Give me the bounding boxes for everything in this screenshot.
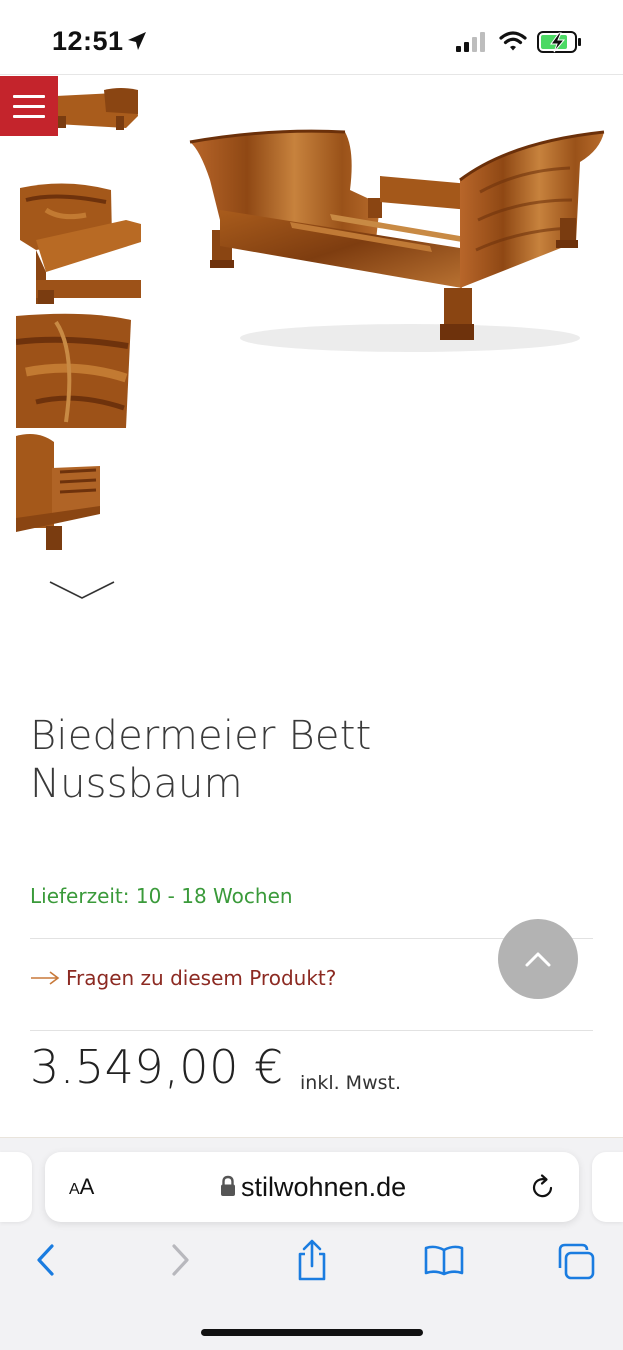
- text-size-large-letter: A: [79, 1174, 95, 1199]
- home-indicator: [201, 1329, 423, 1336]
- menu-icon-bar: [13, 104, 45, 108]
- previous-tab-peek[interactable]: [0, 1152, 32, 1222]
- product-main-image[interactable]: [180, 110, 610, 370]
- lock-icon: [221, 1175, 235, 1196]
- text-size-button[interactable]: AA: [69, 1174, 94, 1200]
- status-time: 12:51: [52, 26, 124, 56]
- product-title: Biedermeier Bett Nussbaum: [30, 712, 500, 808]
- signal-icon: [456, 32, 485, 52]
- text-size-small-letter: A: [69, 1181, 80, 1198]
- url-text: stilwohnen.de: [241, 1172, 407, 1202]
- location-arrow-icon: [128, 32, 146, 50]
- menu-icon-bar: [13, 114, 45, 118]
- share-icon[interactable]: [294, 1238, 330, 1282]
- product-price: 3.549,00 €: [30, 1040, 284, 1094]
- product-title-line-1: Biedermeier Bett: [30, 713, 372, 759]
- wifi-icon: [499, 31, 527, 51]
- product-question-link[interactable]: Fragen zu diesem Produkt?: [30, 966, 336, 990]
- tabs-icon[interactable]: [556, 1242, 596, 1280]
- product-title-line-2: Nussbaum: [30, 761, 243, 807]
- bookmarks-icon[interactable]: [423, 1244, 465, 1276]
- reload-icon[interactable]: [529, 1173, 557, 1201]
- divider: [30, 1030, 593, 1031]
- battery-charging-icon: [537, 31, 581, 53]
- thumbnail-image-2[interactable]: [16, 180, 141, 304]
- menu-icon-bar: [13, 94, 45, 98]
- forward-icon[interactable]: [168, 1242, 192, 1278]
- browser-bottom-bar: AA stilwohnen.de: [0, 1137, 623, 1350]
- delivery-time: Lieferzeit: 10 - 18 Wochen: [30, 884, 293, 908]
- arrow-right-icon: [31, 971, 60, 985]
- address-bar[interactable]: AA stilwohnen.de: [45, 1152, 579, 1222]
- menu-button[interactable]: [0, 76, 58, 136]
- back-icon[interactable]: [34, 1242, 58, 1278]
- thumbnail-image-4[interactable]: [16, 432, 141, 552]
- status-bar: 12:51: [0, 0, 623, 75]
- chevron-up-icon: [525, 952, 551, 967]
- chevron-down-icon[interactable]: [48, 576, 116, 604]
- scroll-to-top-button[interactable]: [498, 919, 578, 999]
- vat-note: inkl. Mwst.: [300, 1072, 402, 1094]
- product-question-label: Fragen zu diesem Produkt?: [66, 966, 337, 990]
- thumbnail-image-3[interactable]: [16, 312, 141, 428]
- next-tab-peek[interactable]: [592, 1152, 623, 1222]
